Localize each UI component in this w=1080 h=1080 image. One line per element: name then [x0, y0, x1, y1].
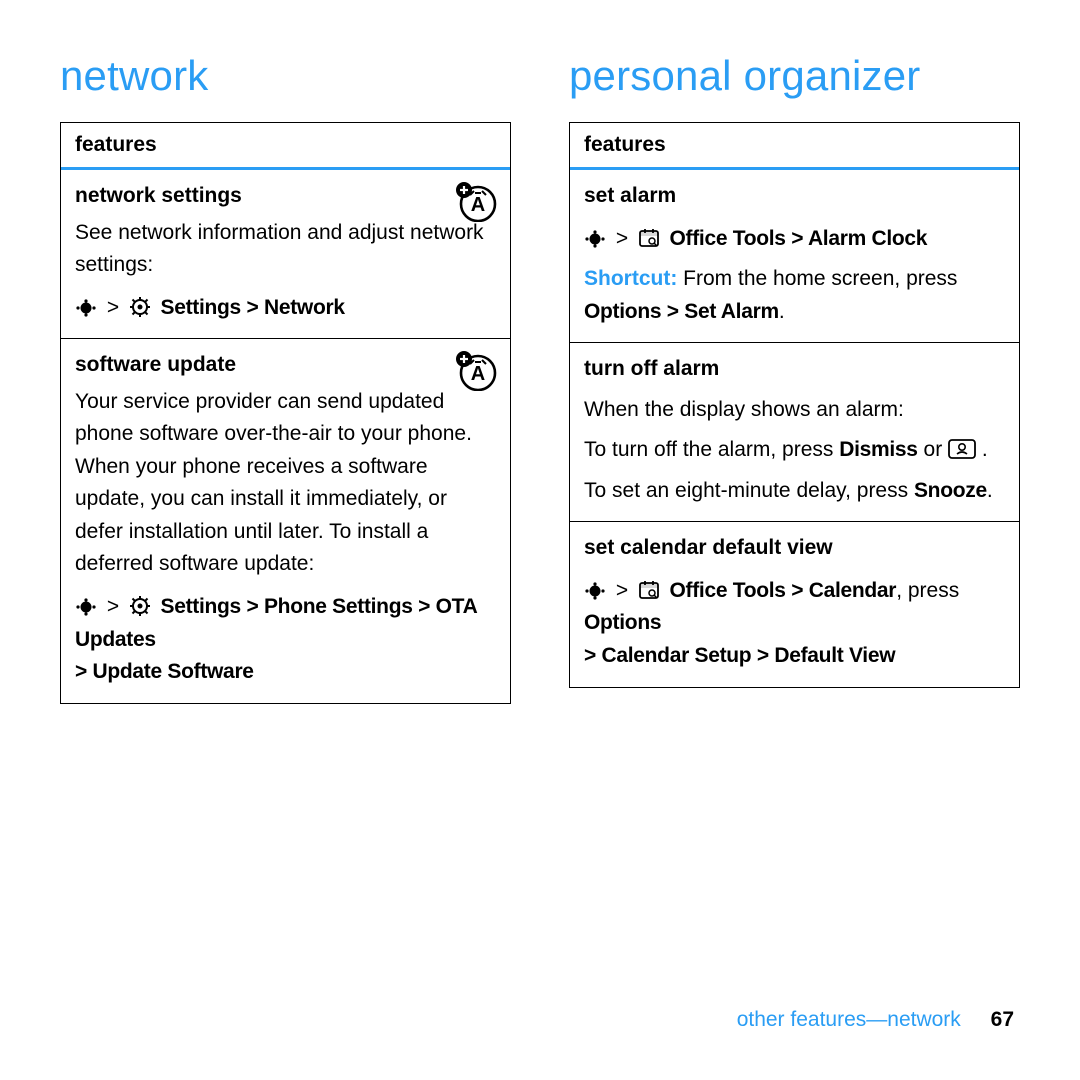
path-set-alarm: > Office Tools > Alarm Clock	[584, 223, 1005, 256]
features-header-left: features	[61, 123, 510, 170]
path-network-settings: > Settings > Network	[75, 292, 496, 325]
network-table: features A network settings See n	[60, 122, 511, 704]
footer-label: other features—network	[737, 1008, 961, 1031]
heading-network: network	[60, 52, 511, 100]
path-text: Settings > Network	[161, 296, 345, 319]
office-tools-icon	[638, 579, 660, 601]
office-tools-icon	[638, 227, 660, 249]
row-set-alarm: set alarm > Office Tools > Alarm Clock S…	[570, 170, 1019, 343]
end-key-icon	[948, 438, 976, 460]
title-turn-off-alarm: turn off alarm	[584, 353, 1005, 386]
dismiss-line: To turn off the alarm, press Dismiss or …	[584, 434, 1005, 467]
features-header-right: features	[570, 123, 1019, 170]
title-set-alarm: set alarm	[584, 180, 1005, 213]
page-footer: other features—network 67	[737, 1008, 1014, 1032]
svg-text:A: A	[471, 194, 485, 216]
page-number: 67	[991, 1008, 1014, 1031]
center-key-icon	[584, 226, 606, 244]
svg-text:A: A	[471, 363, 485, 385]
path-calendar-default: > Office Tools > Calendar, press Options…	[584, 575, 1005, 673]
snooze-line: To set an eight-minute delay, press Snoo…	[584, 475, 1005, 508]
row-turn-off-alarm: turn off alarm When the display shows an…	[570, 343, 1019, 522]
title-calendar-default: set calendar default view	[584, 532, 1005, 565]
row-software-update: A software update Your service provider …	[61, 339, 510, 702]
left-column: network features A network set	[60, 52, 511, 704]
row-calendar-default: set calendar default view > Office Tools…	[570, 522, 1019, 686]
para-software-update: Your service provider can send updated p…	[75, 390, 472, 576]
antenna-badge-icon: A	[454, 178, 498, 222]
path-software-update: > Settings > Phone Settings > OTA Update…	[75, 591, 496, 689]
desc-network-settings: See network information and adjust netwo…	[75, 221, 484, 277]
title-network-settings: network settings	[75, 180, 496, 213]
center-key-icon	[75, 295, 97, 313]
title-software-update: software update	[75, 349, 496, 382]
heading-organizer: personal organizer	[569, 52, 1020, 100]
gear-icon	[129, 296, 151, 318]
right-column: personal organizer features set alarm > …	[569, 52, 1020, 704]
organizer-table: features set alarm > Office Tools > Alar…	[569, 122, 1020, 688]
antenna-badge-icon: A	[454, 347, 498, 391]
center-key-icon	[584, 578, 606, 596]
gear-icon	[129, 595, 151, 617]
center-key-icon	[75, 594, 97, 612]
shortcut-line: Shortcut: From the home screen, press Op…	[584, 263, 1005, 328]
row-network-settings: A network settings See network informati…	[61, 170, 510, 339]
